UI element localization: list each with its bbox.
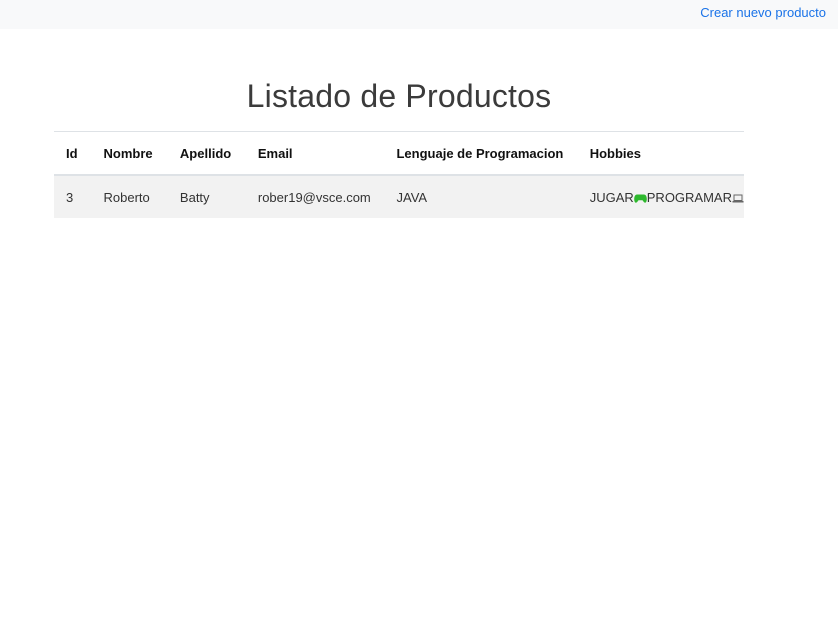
hobby-label: JUGAR [589, 189, 634, 205]
header-nombre: Nombre [91, 131, 168, 176]
header-email: Email [245, 131, 385, 176]
hobby-label: PROGRAMAR [646, 189, 732, 205]
table-header-row: Id Nombre Apellido Email Lenguaje de Pro… [54, 131, 744, 176]
cell-lenguaje: JAVA [396, 189, 428, 205]
header-apellido: Apellido [167, 131, 246, 176]
cell-hobbies: JUGAR PROGRAMAR [578, 175, 744, 218]
cell-id: 3 [66, 189, 74, 205]
table-row: 3 Roberto Batty rober19@vsce.com JAVA JU… [54, 175, 744, 218]
laptop-icon [732, 191, 744, 202]
top-navbar: Crear nuevo producto [0, 0, 838, 29]
gamepad-icon [633, 191, 647, 203]
cell-nombre: Roberto [103, 189, 150, 205]
create-product-link[interactable]: Crear nuevo producto [700, 5, 826, 20]
header-lenguaje: Lenguaje de Programacion [384, 131, 578, 176]
cell-apellido: Batty [179, 189, 210, 205]
cell-email: rober19@vsce.com [257, 189, 371, 205]
products-table: Id Nombre Apellido Email Lenguaje de Pro… [54, 131, 744, 218]
header-id: Id [54, 131, 92, 176]
header-hobbies: Hobbies [577, 131, 744, 176]
page-title: Listado de Productos [246, 78, 552, 114]
